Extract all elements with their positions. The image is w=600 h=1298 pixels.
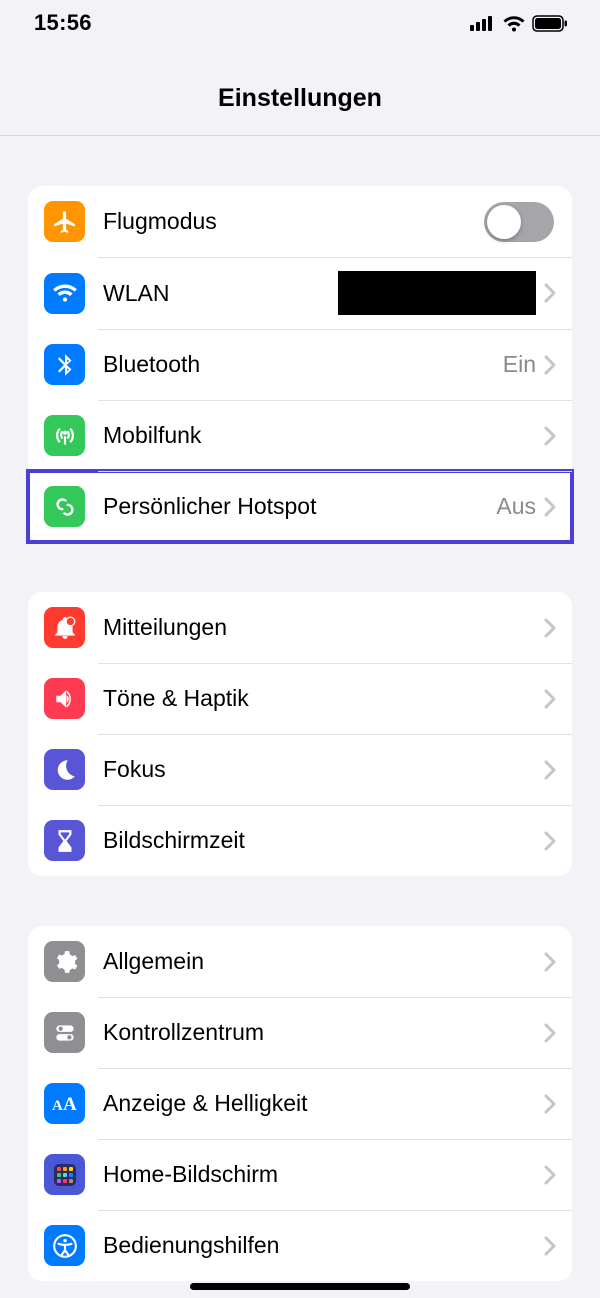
display-icon: AA <box>44 1083 85 1124</box>
chevron-right-icon <box>544 1094 556 1114</box>
row-notifications[interactable]: Mitteilungen <box>28 592 572 663</box>
row-label: Kontrollzentrum <box>103 1019 544 1046</box>
row-label: Bedienungshilfen <box>103 1232 544 1259</box>
chevron-right-icon <box>544 497 556 517</box>
settings-group-general: Allgemein Kontrollzentrum AA Anzeige & H… <box>28 926 572 1281</box>
row-general[interactable]: Allgemein <box>28 926 572 997</box>
hotspot-icon <box>44 486 85 527</box>
row-label: Anzeige & Helligkeit <box>103 1090 544 1117</box>
row-label: Allgemein <box>103 948 544 975</box>
row-cellular[interactable]: Mobilfunk <box>28 400 572 471</box>
row-label: Fokus <box>103 756 544 783</box>
chevron-right-icon <box>544 1165 556 1185</box>
row-sounds[interactable]: Töne & Haptik <box>28 663 572 734</box>
row-label: Mobilfunk <box>103 422 544 449</box>
row-label: Töne & Haptik <box>103 685 544 712</box>
wifi-icon <box>502 14 526 32</box>
notifications-icon <box>44 607 85 648</box>
focus-icon <box>44 749 85 790</box>
cellular-settings-icon <box>44 415 85 456</box>
status-icons <box>470 14 568 32</box>
chevron-right-icon <box>544 283 556 303</box>
row-airplane-mode[interactable]: Flugmodus <box>28 186 572 257</box>
status-bar: 15:56 <box>0 0 600 46</box>
row-wlan[interactable]: WLAN <box>28 257 572 329</box>
control-center-icon <box>44 1012 85 1053</box>
row-personal-hotspot[interactable]: Persönlicher Hotspot Aus <box>28 471 572 542</box>
wlan-value-redacted <box>338 271 536 315</box>
gear-icon <box>44 941 85 982</box>
chevron-right-icon <box>544 831 556 851</box>
row-accessibility[interactable]: Bedienungshilfen <box>28 1210 572 1281</box>
row-home-screen[interactable]: Home-Bildschirm <box>28 1139 572 1210</box>
row-value: Aus <box>496 493 536 520</box>
row-screen-time[interactable]: Bildschirmzeit <box>28 805 572 876</box>
airplane-icon <box>44 201 85 242</box>
settings-group-connectivity: Flugmodus WLAN Bluetooth Ein Mobilfunk <box>28 186 572 542</box>
wifi-settings-icon <box>44 273 85 314</box>
chevron-right-icon <box>544 1023 556 1043</box>
home-screen-icon <box>44 1154 85 1195</box>
row-label: Flugmodus <box>103 208 484 235</box>
row-value: Ein <box>503 351 536 378</box>
row-label: Bluetooth <box>103 351 503 378</box>
chevron-right-icon <box>544 760 556 780</box>
airplane-toggle[interactable] <box>484 202 554 242</box>
page-header: Einstellungen <box>0 46 600 136</box>
chevron-right-icon <box>544 952 556 972</box>
row-control-center[interactable]: Kontrollzentrum <box>28 997 572 1068</box>
battery-icon <box>532 15 568 32</box>
settings-content: Flugmodus WLAN Bluetooth Ein Mobilfunk <box>0 136 600 1281</box>
chevron-right-icon <box>544 355 556 375</box>
chevron-right-icon <box>544 1236 556 1256</box>
row-label: Bildschirmzeit <box>103 827 544 854</box>
cellular-icon <box>470 15 496 31</box>
row-label: Home-Bildschirm <box>103 1161 544 1188</box>
row-label: Persönlicher Hotspot <box>103 493 496 520</box>
svg-text:A: A <box>63 1094 77 1114</box>
row-display[interactable]: AA Anzeige & Helligkeit <box>28 1068 572 1139</box>
chevron-right-icon <box>544 689 556 709</box>
accessibility-icon <box>44 1225 85 1266</box>
row-label: WLAN <box>103 280 338 307</box>
screen-time-icon <box>44 820 85 861</box>
row-focus[interactable]: Fokus <box>28 734 572 805</box>
row-bluetooth[interactable]: Bluetooth Ein <box>28 329 572 400</box>
row-label: Mitteilungen <box>103 614 544 641</box>
svg-text:A: A <box>52 1098 63 1114</box>
chevron-right-icon <box>544 618 556 638</box>
sounds-icon <box>44 678 85 719</box>
chevron-right-icon <box>544 426 556 446</box>
page-title: Einstellungen <box>0 84 600 113</box>
settings-group-notifications: Mitteilungen Töne & Haptik Fokus Bildsch… <box>28 592 572 876</box>
bluetooth-icon <box>44 344 85 385</box>
status-time: 15:56 <box>34 10 92 36</box>
home-indicator[interactable] <box>190 1283 410 1290</box>
